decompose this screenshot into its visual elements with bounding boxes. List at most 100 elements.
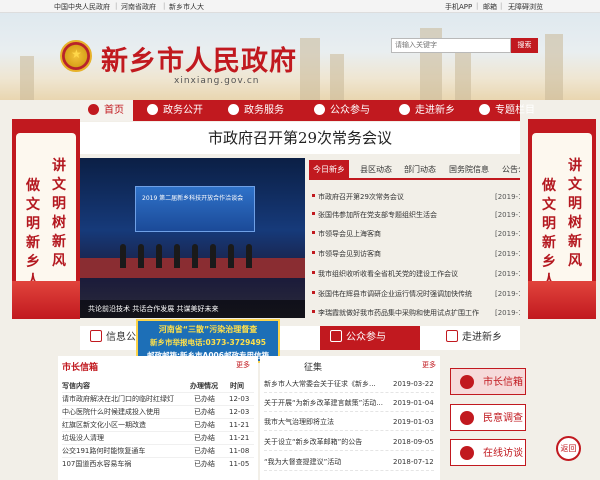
- nav-label: 政务服务: [244, 105, 284, 116]
- link-accessibility[interactable]: 无障碍浏览: [508, 2, 543, 12]
- right-civility-banner[interactable]: 讲文明 树新风 做文明 新乡人: [528, 119, 596, 319]
- city-icon: [399, 104, 410, 115]
- bullet-icon: [312, 251, 315, 254]
- person: [138, 244, 144, 268]
- news-item[interactable]: 我市组织收听收看全省机关党的建设工作会议 [2019-12-: [312, 267, 520, 281]
- list-item[interactable]: 关于开展“为新乡改革建言献策”活动... 2019-01-04: [264, 395, 434, 412]
- banner-scroll: 讲文明 树新风 做文明 新乡人: [16, 133, 76, 293]
- list-item[interactable]: 我市大气治理即将立法 2019-01-03: [264, 414, 434, 431]
- tab-notices[interactable]: 公告公示: [502, 160, 520, 180]
- news-item[interactable]: 李瑞霞就做好我市药品集中采购和使用试点扩围工作 [2019-12-: [312, 306, 520, 320]
- news-item[interactable]: 市领导会见上海客商 [2019-12-: [312, 227, 520, 241]
- nav-item-participate[interactable]: 公众参与: [314, 100, 370, 121]
- nav-item-home[interactable]: 首页: [80, 100, 133, 121]
- back-button[interactable]: 返回: [556, 436, 581, 461]
- column-header: 写信内容: [62, 382, 90, 390]
- bullet-icon: [312, 231, 315, 234]
- row-time: 11-21: [229, 421, 250, 429]
- skyline-building: [300, 38, 320, 100]
- item-title: “我为大督查提建议”活动: [264, 458, 342, 466]
- banner-footer: [12, 281, 80, 319]
- news-item[interactable]: 市政府召开第29次常务会议 [2019-12-: [312, 190, 520, 204]
- headline-news[interactable]: 市政府召开第29次常务会议: [80, 122, 520, 154]
- service-label: 民意调查: [483, 413, 523, 424]
- row-content: 107国道西水容易车祸: [62, 460, 132, 468]
- news-photo-carousel[interactable]: 2019 第二届新乡科技开放合作洽谈会 共论前沿技术 共话合作发展 共谋美好未来: [80, 158, 305, 318]
- tab-county[interactable]: 县区动态: [360, 160, 392, 180]
- row-status: 已办结: [194, 447, 215, 455]
- table-row[interactable]: 107国道西水容易车祸 已办结 11-05: [62, 457, 254, 469]
- row-time: 12-03: [229, 395, 250, 403]
- news-title: 市政府召开第29次常务会议: [318, 193, 404, 201]
- separator: |: [500, 2, 503, 10]
- tab-department[interactable]: 部门动态: [404, 160, 436, 180]
- more-link[interactable]: 更多: [236, 360, 250, 370]
- item-date: 2019-01-04: [393, 399, 434, 407]
- link-mailbox[interactable]: 邮箱: [483, 2, 497, 12]
- service-mayor-mailbox[interactable]: 市长信箱: [450, 368, 526, 395]
- nav-item-topics[interactable]: 专题栏目: [479, 100, 535, 121]
- list-item[interactable]: “我为大督查提建议”活动 2018-07-12: [264, 454, 434, 471]
- panel-title: 征集: [304, 363, 323, 373]
- person: [174, 244, 180, 268]
- news-title: 市领导会见上海客商: [318, 230, 381, 238]
- quick-participate[interactable]: 公众参与: [320, 326, 420, 350]
- site-title: 新乡市人民政府: [101, 46, 297, 77]
- list-item[interactable]: 关于设立“新乡改革邮箱”的公告 2018-09-05: [264, 434, 434, 451]
- bullet-icon: [312, 194, 315, 197]
- news-title: 张国伟在辉县市调研企业运行情况时强调加快传统: [318, 290, 472, 298]
- news-title: 我市组织收听收看全省机关党的建设工作会议: [318, 270, 458, 278]
- link-mobile-app[interactable]: 手机APP: [445, 2, 472, 12]
- table-row[interactable]: 中心医院什么时候建成投入使用 已办结 12-03: [62, 405, 254, 417]
- quick-city[interactable]: 走进新乡: [446, 326, 502, 350]
- list-item[interactable]: 新乡市人大常委会关于征求《新乡... 2019-03-22: [264, 376, 434, 393]
- tab-today[interactable]: 今日新乡: [309, 160, 349, 180]
- banner-text: 做文明: [542, 178, 556, 232]
- main-nav: 首页 政务公开 政务服务 公众参与 走进新乡 专题栏目: [80, 100, 535, 121]
- person: [120, 244, 126, 268]
- table-row[interactable]: 红旗区新文化小区一期改造 已办结 11-21: [62, 418, 254, 430]
- item-title: 关于开展“为新乡改革建言献策”活动...: [264, 399, 383, 407]
- news-item[interactable]: 张国伟在辉县市调研企业运行情况时强调加快传统 [2019-12-: [312, 287, 520, 301]
- table-row[interactable]: 公交191路何时能恢复通车 已办结 11-08: [62, 444, 254, 456]
- nav-item-gov-service[interactable]: 政务服务: [228, 100, 284, 121]
- search-button[interactable]: 搜索: [511, 38, 538, 53]
- nav-label: 走进新乡: [415, 105, 455, 116]
- nav-label: 首页: [104, 105, 124, 116]
- news-item[interactable]: 张国伟参加所在党支部专题组织生活会 [2019-12-: [312, 208, 520, 222]
- row-status: 已办结: [194, 408, 215, 416]
- row-status: 已办结: [194, 460, 215, 468]
- item-date: 2018-07-12: [393, 458, 434, 466]
- nav-item-gov-open[interactable]: 政务公开: [147, 100, 203, 121]
- skyline-building: [20, 56, 34, 100]
- link-henan-gov[interactable]: 河南省政府: [121, 2, 156, 12]
- news-date: [2019-12-: [495, 270, 520, 278]
- banner-text: 树新风: [568, 215, 582, 269]
- news-title: 市领导会见到访客商: [318, 250, 381, 258]
- link-xinxiang-npc[interactable]: 新乡市人大: [169, 2, 204, 12]
- service-online-interview[interactable]: 在线访谈: [450, 439, 526, 466]
- nav-label: 专题栏目: [495, 105, 535, 116]
- survey-icon: [460, 411, 474, 425]
- tab-state-council[interactable]: 国务院信息: [449, 160, 489, 180]
- search-input[interactable]: [391, 38, 511, 53]
- service-public-survey[interactable]: 民意调查: [450, 404, 526, 431]
- link-central-gov[interactable]: 中国中央人民政府: [54, 2, 110, 12]
- table-row[interactable]: 垃圾没人清理 已办结 11-21: [62, 431, 254, 443]
- bullet-icon: [312, 291, 315, 294]
- more-link[interactable]: 更多: [422, 360, 436, 370]
- column-header: 时间: [230, 382, 244, 390]
- participate-icon: [330, 330, 342, 342]
- left-civility-banner[interactable]: 讲文明 树新风 做文明 新乡人: [12, 119, 80, 319]
- news-date: [2019-12-: [495, 309, 520, 317]
- row-content: 请市政府解决在北门口的临时红绿灯: [62, 395, 174, 403]
- photo-caption[interactable]: 共论前沿技术 共话合作发展 共谋美好未来: [80, 300, 305, 318]
- news-title: 张国伟参加所在党支部专题组织生活会: [318, 211, 437, 219]
- row-time: 11-21: [229, 434, 250, 442]
- row-status: 已办结: [194, 395, 215, 403]
- nav-item-city[interactable]: 走进新乡: [399, 100, 455, 121]
- table-row[interactable]: 请市政府解决在北门口的临时红绿灯 已办结 12-03: [62, 392, 254, 404]
- news-item[interactable]: 市领导会见到访客商 [2019-12-: [312, 247, 520, 261]
- item-title: 新乡市人大常委会关于征求《新乡...: [264, 380, 376, 388]
- site-header: ★ 新乡市人民政府 xinxiang.gov.cn: [0, 13, 600, 100]
